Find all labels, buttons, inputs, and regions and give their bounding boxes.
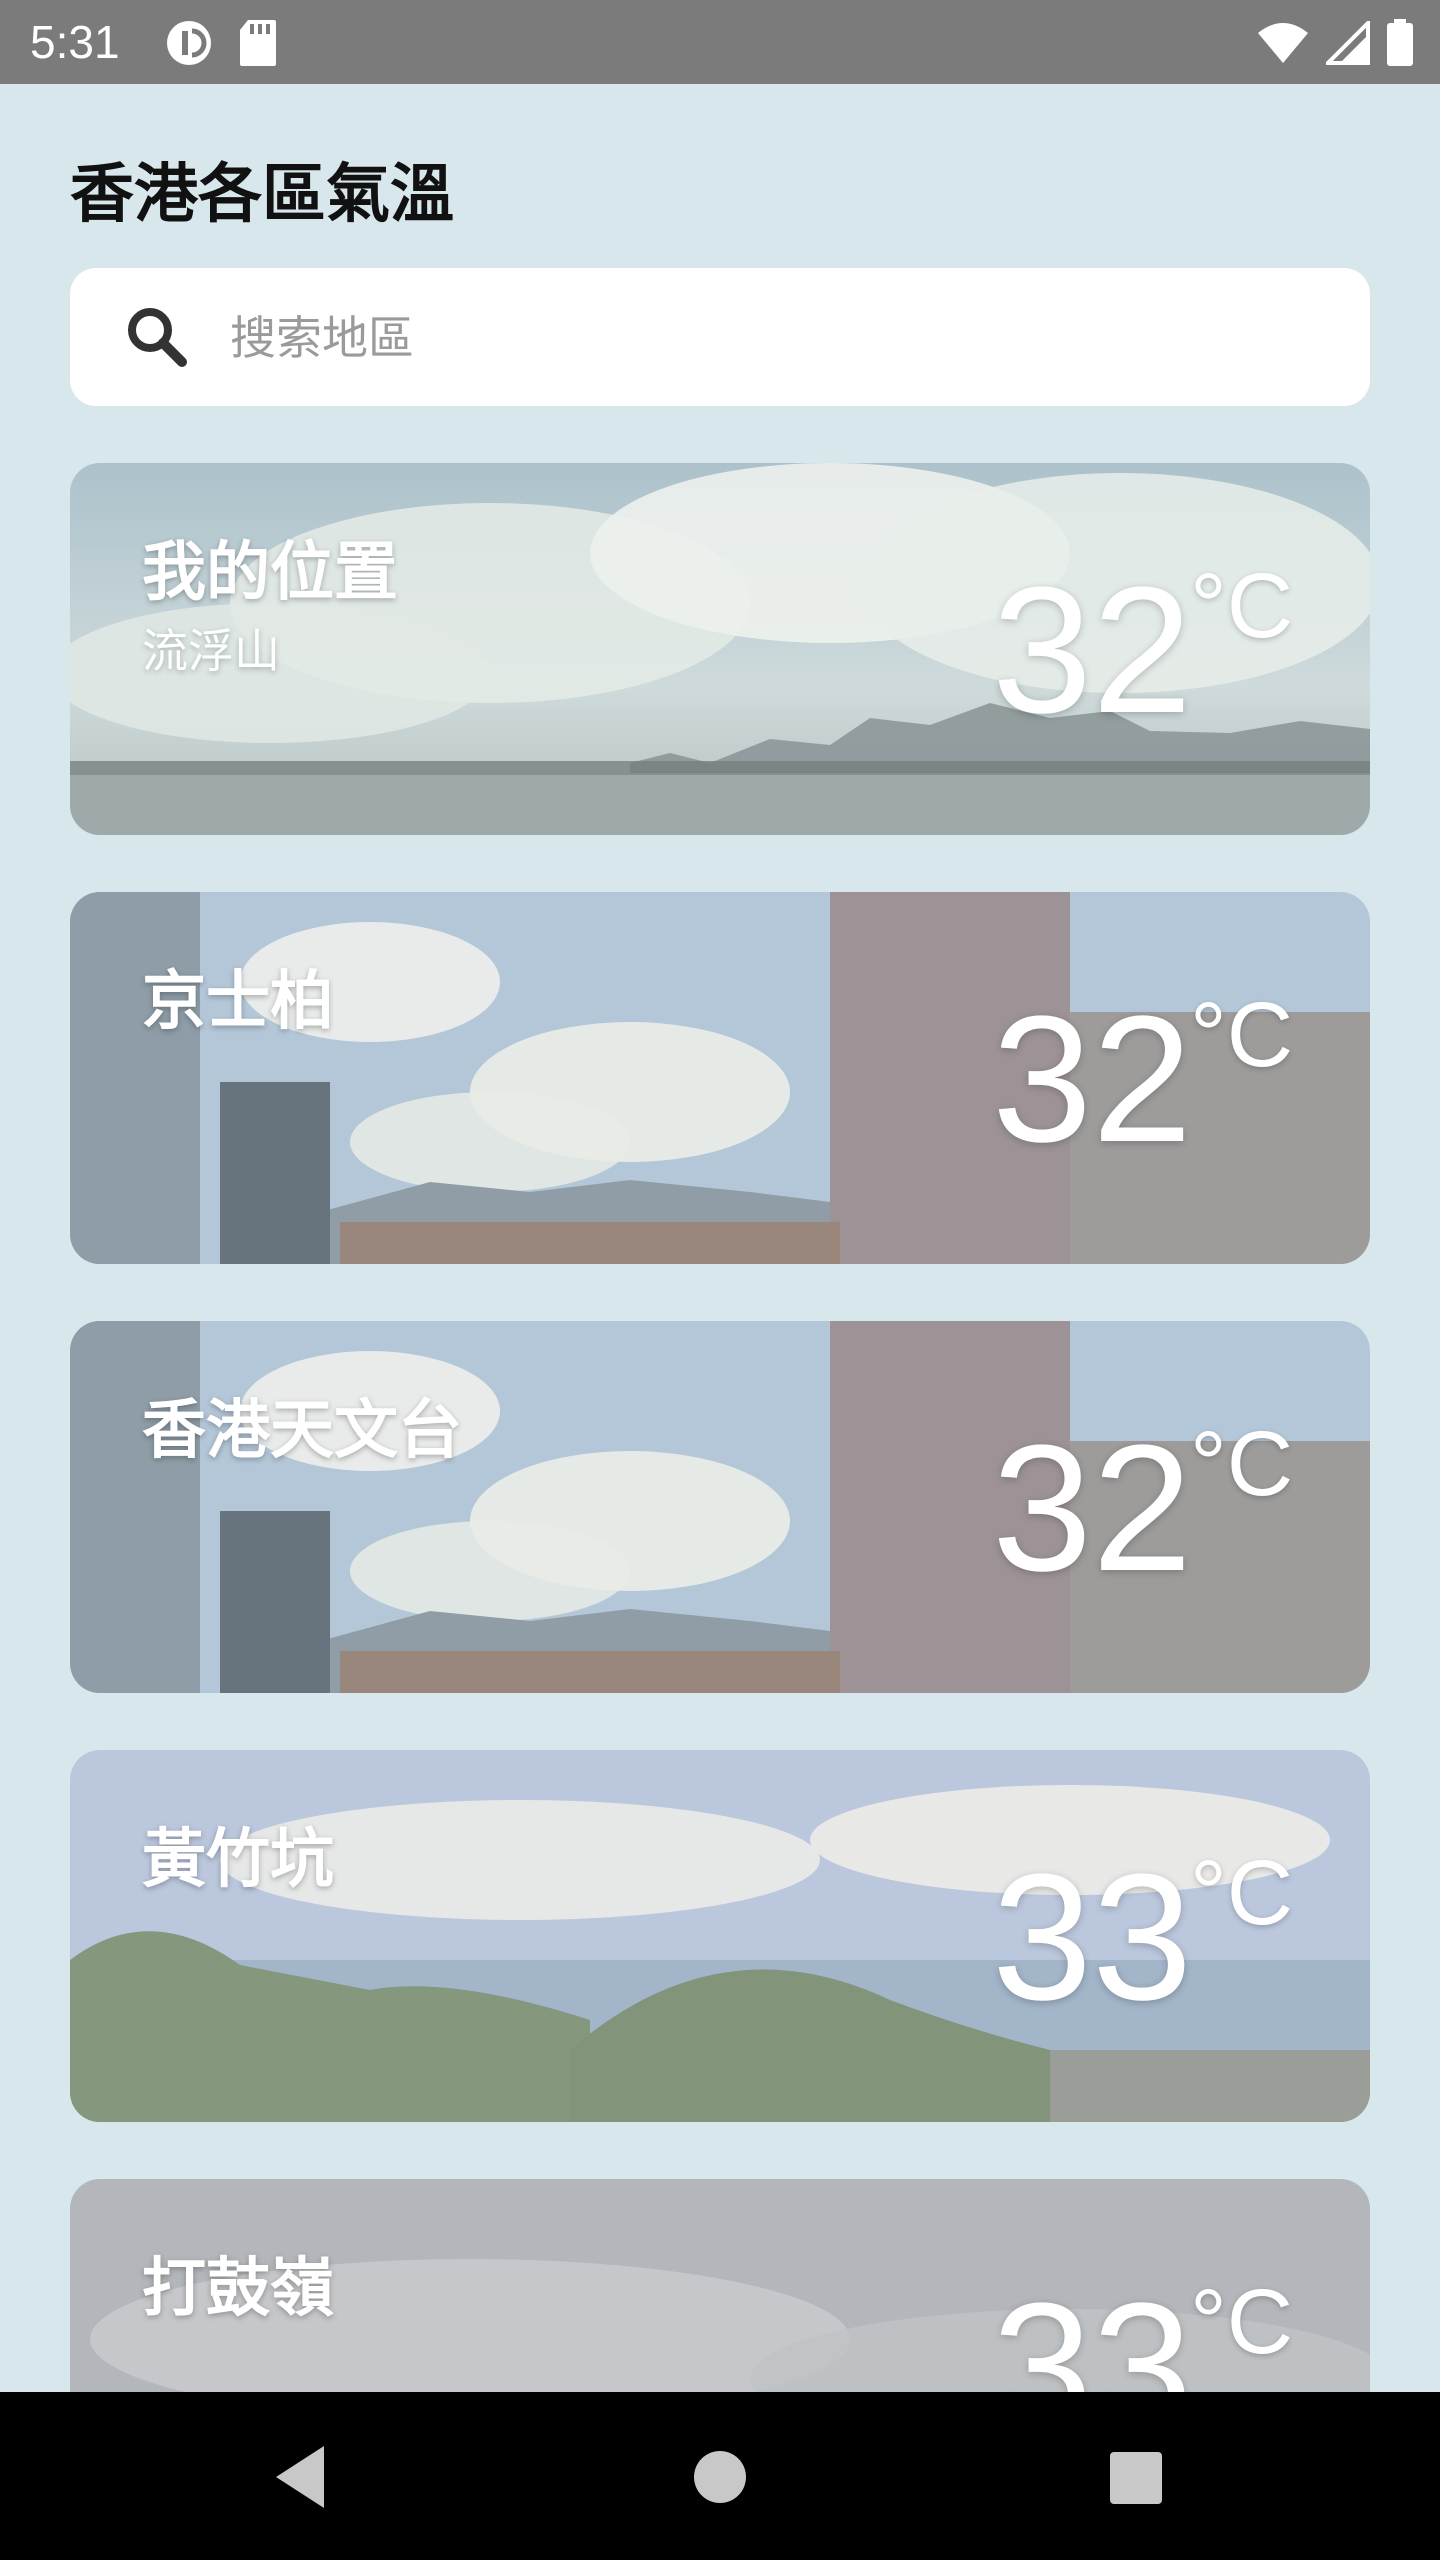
wifi-icon [1258, 23, 1308, 63]
card-location-name: 打鼓嶺 [142, 2252, 334, 2326]
search-input[interactable] [228, 298, 1312, 378]
card-temperature: 32 [992, 1408, 1193, 1609]
status-right-icons [1256, 18, 1414, 68]
card-location-name: 我的位置 [142, 536, 398, 610]
card-location-name: 黃竹坑 [142, 1823, 334, 1897]
card-temperature: 32 [992, 979, 1193, 1180]
home-icon[interactable] [675, 2432, 765, 2522]
card-hk-observatory[interactable]: 香港天文台 32 °C [70, 1321, 1370, 1693]
card-wong-chuk-hang[interactable]: 黃竹坑 33 °C [70, 1750, 1370, 2122]
recents-icon[interactable] [1090, 2432, 1180, 2522]
status-left-icons [164, 18, 278, 68]
navigation-bar [0, 2392, 1440, 2560]
card-temperature-unit: °C [1190, 2271, 1294, 2373]
card-temperature-unit: °C [1190, 1842, 1294, 1944]
card-my-location[interactable]: 我的位置 流浮山 32 °C [70, 463, 1370, 835]
card-kings-park[interactable]: 京士柏 32 °C [70, 892, 1370, 1264]
page-title: 香港各區氣溫 [70, 158, 454, 232]
card-location-name: 京士柏 [142, 965, 334, 1039]
status-bar: 5:31 [0, 0, 1440, 84]
back-icon[interactable] [258, 2432, 348, 2522]
battery-icon [1387, 19, 1413, 66]
card-temperature-unit: °C [1190, 1413, 1294, 1515]
card-temperature: 32 [992, 550, 1193, 751]
signal-icon [1326, 21, 1370, 65]
status-time: 5:31 [30, 16, 120, 68]
card-temperature: 33 [992, 1837, 1193, 2038]
card-location-name: 香港天文台 [142, 1394, 462, 1468]
card-location-subtitle: 流浮山 [142, 624, 280, 678]
card-temperature-unit: °C [1190, 555, 1294, 657]
card-temperature-unit: °C [1190, 984, 1294, 1086]
search-icon[interactable] [124, 304, 190, 370]
search-bar[interactable] [70, 268, 1370, 406]
sd-card-icon [240, 20, 276, 66]
data-saver-icon [167, 21, 211, 65]
